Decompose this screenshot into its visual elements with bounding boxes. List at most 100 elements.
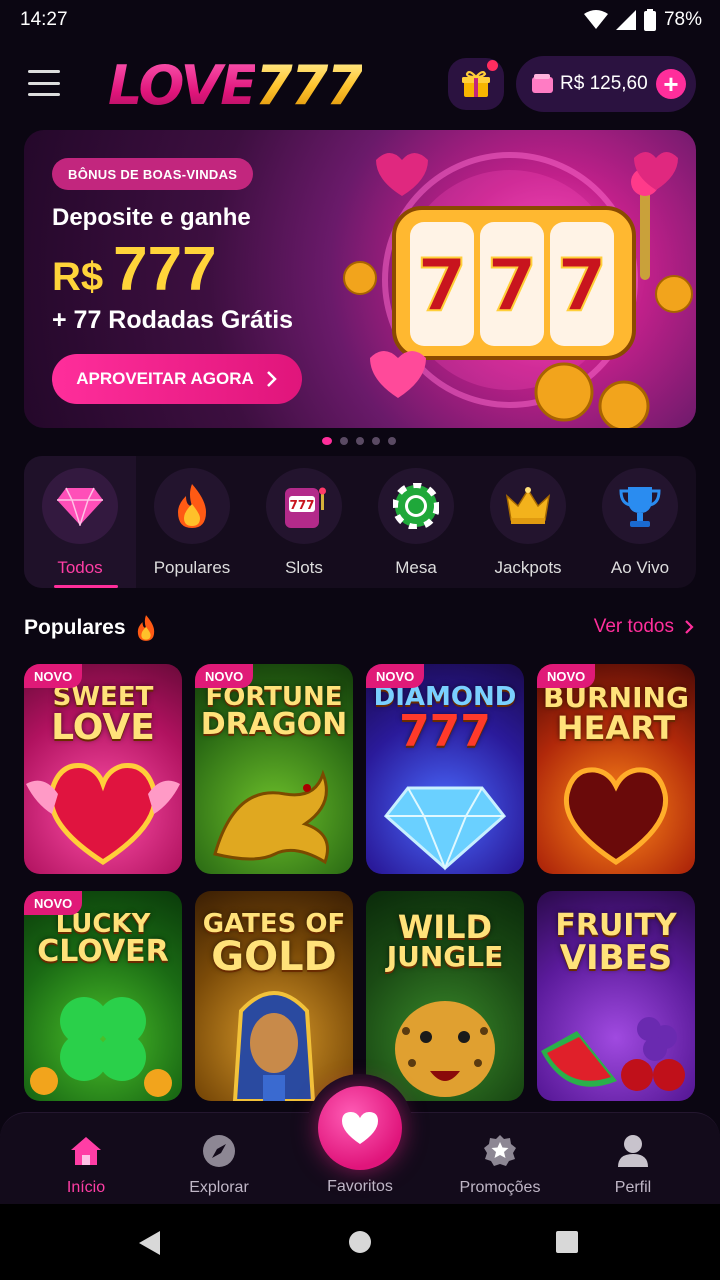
signal-icon — [615, 10, 636, 30]
category-mesa[interactable]: Mesa — [360, 456, 472, 588]
reel-digit: 7 — [487, 243, 537, 327]
category-label: Populares — [153, 558, 231, 577]
diamond-icon — [57, 487, 103, 526]
game-card-fortune-dragon[interactable]: FORTUNE DRAGON NOVO — [195, 664, 353, 874]
category-slots[interactable]: 777 Slots — [248, 456, 360, 588]
carousel-dot[interactable] — [340, 437, 348, 445]
gift-button[interactable] — [448, 58, 504, 110]
category-label: Mesa — [395, 558, 437, 577]
game-card-gates-of-gold[interactable]: GATES OF GOLD — [195, 891, 353, 1101]
game-card-burning-heart[interactable]: BURNING HEART NOVO — [537, 664, 695, 874]
notification-dot — [487, 60, 498, 71]
burning-heart-art — [563, 767, 669, 865]
compass-icon — [203, 1135, 235, 1167]
category-jackpots[interactable]: Jackpots — [472, 456, 584, 588]
game-card-fruity-vibes[interactable]: FRUITY VIBES — [537, 891, 695, 1101]
slot-machine-illustration: 7 7 7 — [343, 152, 693, 428]
diamond-art — [383, 786, 507, 871]
svg-text:777: 777 — [289, 498, 314, 512]
see-all-label: Ver todos — [593, 616, 674, 637]
game-title: FRUITY VIBES — [555, 908, 677, 978]
category-label: Jackpots — [494, 558, 562, 577]
user-icon — [618, 1135, 648, 1167]
app-header: LOVE 777 R$ 125,60 + — [0, 50, 720, 118]
status-icons: 78% — [583, 9, 702, 31]
poker-chip-icon — [393, 483, 439, 529]
free-spins-text: + 77 Rodadas Grátis — [52, 306, 294, 334]
leopard-art — [395, 1001, 495, 1097]
new-badge: NOVO — [24, 891, 83, 915]
new-badge: NOVO — [195, 664, 254, 688]
balance-amount: R$ 125,60 — [560, 73, 648, 94]
new-badge: NOVO — [24, 664, 83, 688]
game-card-wild-jungle[interactable]: WILD JUNGLE — [366, 891, 524, 1101]
game-card-sweet-love[interactable]: SWEET LOVE NOVO — [24, 664, 182, 874]
slot-machine-icon: 777 — [285, 487, 326, 528]
game-title: DIAMOND 777 — [373, 682, 517, 757]
add-funds-button[interactable]: + — [656, 69, 686, 99]
claim-bonus-button[interactable]: APROVEITAR AGORA — [52, 354, 302, 404]
wallet-icon — [532, 74, 553, 93]
trophy-icon — [619, 487, 661, 527]
banner-headline: Deposite e ganhe — [52, 204, 251, 231]
chevron-right-icon — [266, 371, 277, 387]
balance-pill[interactable]: R$ 125,60 + — [516, 56, 696, 112]
nav-explorar[interactable]: Explorar — [159, 1131, 279, 1197]
section-title: Populares — [24, 614, 158, 642]
carousel-dot[interactable] — [356, 437, 364, 445]
battery-level: 78% — [663, 9, 702, 30]
clock: 14:27 — [20, 9, 68, 30]
wifi-icon — [583, 10, 608, 29]
category-label: Ao Vivo — [610, 558, 670, 577]
see-all-link[interactable]: Ver todos — [594, 616, 694, 638]
carousel-dot[interactable] — [322, 437, 332, 445]
menu-icon[interactable] — [28, 70, 60, 96]
category-populares[interactable]: Populares — [136, 456, 248, 588]
home-icon — [71, 1137, 101, 1165]
claim-bonus-label: APROVEITAR AGORA — [76, 369, 254, 388]
reel-digit: 7 — [557, 243, 607, 327]
logo[interactable]: LOVE 777 — [108, 54, 364, 117]
active-tab-indicator — [54, 585, 118, 588]
nav-label: Favoritos — [327, 1178, 393, 1195]
category-label: Todos — [57, 558, 103, 577]
nav-label: Início — [66, 1179, 106, 1196]
nav-perfil[interactable]: Perfil — [573, 1131, 693, 1197]
reel-digit: 7 — [417, 243, 467, 327]
star-badge-icon — [484, 1135, 516, 1166]
promo-banner[interactable]: 7 7 7 BÔNUS DE BOAS-VINDAS Deposite e ga… — [24, 130, 696, 428]
category-tabs: Todos Populares 777 Slots Mesa Jackpots … — [24, 456, 696, 588]
carousel-dot[interactable] — [388, 437, 396, 445]
category-todos[interactable]: Todos — [24, 456, 136, 588]
nav-label: Promoções — [459, 1179, 541, 1196]
recents-icon[interactable] — [555, 1230, 579, 1254]
back-icon[interactable] — [138, 1230, 162, 1256]
game-title: WILD JUNGLE — [386, 908, 504, 973]
gift-icon — [462, 70, 490, 97]
heart-art — [26, 763, 180, 865]
nav-inicio[interactable]: Início — [26, 1131, 146, 1197]
fruit-art — [541, 1017, 685, 1091]
battery-icon — [643, 9, 656, 31]
game-title: BURNING HEART — [543, 681, 689, 747]
chevron-right-icon — [685, 620, 694, 634]
welcome-bonus-badge: BÔNUS DE BOAS-VINDAS — [52, 158, 254, 190]
category-ao-vivo[interactable]: Ao Vivo — [584, 456, 696, 588]
game-card-lucky-clover[interactable]: LUCKY CLOVER NOVO — [24, 891, 182, 1101]
clover-art — [30, 997, 172, 1097]
carousel-dot[interactable] — [372, 437, 380, 445]
favorites-button[interactable] — [318, 1086, 402, 1170]
fire-icon — [178, 484, 206, 528]
pharaoh-art — [232, 991, 316, 1101]
heart-icon — [342, 1112, 378, 1144]
logo-love-text: LOVE — [108, 54, 257, 117]
home-button-icon[interactable] — [348, 1230, 372, 1254]
game-title: FORTUNE DRAGON — [200, 682, 348, 742]
status-bar: 14:27 78% — [0, 0, 720, 40]
crown-icon — [505, 487, 551, 524]
game-card-diamond-777[interactable]: DIAMOND 777 NOVO — [366, 664, 524, 874]
game-title: LUCKY CLOVER — [37, 909, 169, 969]
system-navigation-bar — [0, 1204, 720, 1280]
nav-promocoes[interactable]: Promoções — [440, 1131, 560, 1197]
bonus-value: 777 — [113, 235, 217, 304]
